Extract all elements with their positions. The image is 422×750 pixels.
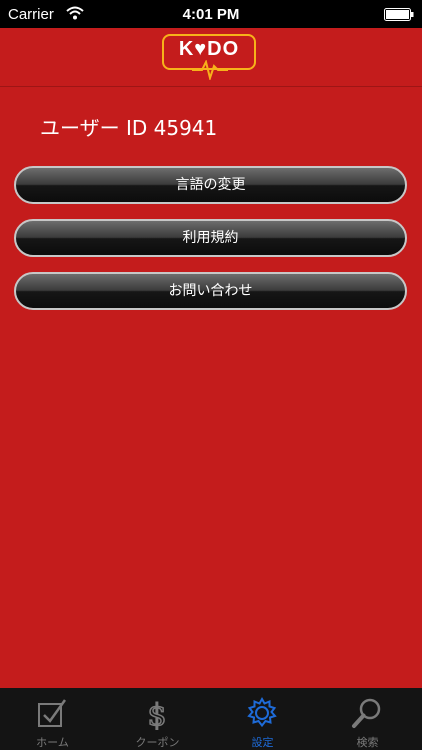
gear-icon	[247, 696, 277, 728]
kodo-logo: K♥DO	[162, 34, 260, 80]
tab-home[interactable]: ホーム	[0, 688, 105, 750]
battery-icon	[384, 8, 414, 21]
tab-home-label: ホーム	[36, 736, 69, 749]
status-time: 4:01 PM	[182, 6, 240, 23]
tab-search[interactable]: 検索	[315, 688, 420, 750]
tab-search-label: 検索	[356, 736, 379, 749]
user-id-label: ユーザー ID 45941	[40, 116, 218, 140]
terms-of-use-button[interactable]: 利用規約	[14, 219, 407, 257]
tab-bar: ホーム $ クーポン 設定 検索	[0, 688, 422, 750]
logo-text: K♥DO	[178, 38, 240, 60]
tab-coupon-label: クーポン	[135, 736, 180, 749]
heartbeat-pulse-icon	[192, 60, 228, 80]
nav-bar: K♥DO	[0, 28, 422, 87]
status-bar: Carrier 4:01 PM	[0, 0, 422, 28]
dollar-icon: $	[147, 697, 168, 730]
svg-text:$: $	[147, 698, 166, 730]
contact-button[interactable]: お問い合わせ	[14, 272, 407, 310]
home-check-icon	[38, 699, 67, 727]
search-icon	[352, 698, 381, 728]
change-language-button[interactable]: 言語の変更	[14, 166, 407, 204]
tab-settings[interactable]: 設定	[210, 688, 315, 750]
tab-settings-label: 設定	[251, 736, 274, 749]
tab-coupon[interactable]: $ クーポン	[105, 688, 210, 750]
